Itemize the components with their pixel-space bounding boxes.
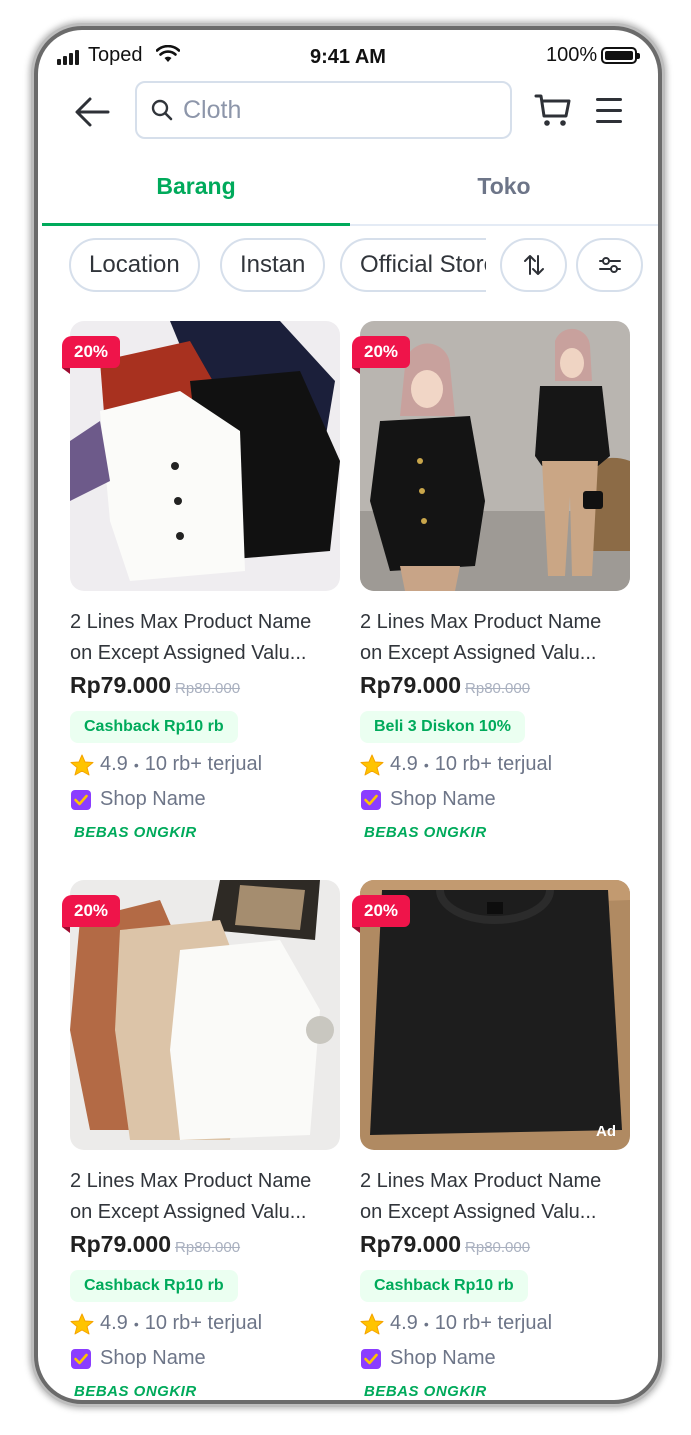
shop-row[interactable]: Shop Name (70, 1347, 206, 1370)
discount-badge: 20% (62, 895, 121, 933)
filter-chip-official-store[interactable]: Official Store (340, 238, 486, 292)
rating-row: 4.9 • 10 rb+ terjual (360, 1312, 552, 1335)
sort-button[interactable] (500, 238, 567, 292)
shop-row[interactable]: Shop Name (360, 788, 496, 811)
back-arrow-icon[interactable] (72, 92, 112, 132)
discount-badge: 20% (352, 895, 411, 933)
official-shop-badge-icon (71, 789, 91, 810)
sort-icon (523, 255, 544, 275)
filter-settings-icon (598, 257, 621, 273)
discount-badge: 20% (62, 336, 121, 374)
product-name: 2 Lines Max Product Name on Except Assign… (360, 611, 602, 664)
product-name: 2 Lines Max Product Name on Except Assign… (70, 611, 312, 664)
star-icon (360, 754, 384, 775)
filter-settings-button[interactable] (576, 238, 643, 292)
product-price: Rp79.000 Rp80.000 (360, 672, 531, 698)
product-price: Rp79.000 Rp80.000 (70, 1231, 241, 1257)
rating-row: 4.9 • 10 rb+ terjual (360, 753, 552, 776)
official-shop-badge-icon (361, 789, 381, 810)
menu-icon[interactable] (596, 98, 622, 131)
tab-bar: Barang Toko (42, 160, 658, 226)
rating-row: 4.9 • 10 rb+ terjual (70, 1312, 262, 1335)
original-price: Rp80.000 (465, 680, 531, 697)
discount-badge: 20% (352, 336, 411, 374)
filter-chip-instan[interactable]: Instan (220, 238, 326, 292)
rating-row: 4.9 • 10 rb+ terjual (70, 753, 262, 776)
filter-bar: Location Instan Official Store (38, 238, 658, 296)
filter-chip-location[interactable]: Location (69, 238, 200, 292)
promo-label: Cashback Rp10 rb (70, 1270, 238, 1302)
tab-barang[interactable]: Barang (42, 160, 350, 226)
search-input[interactable] (181, 94, 485, 126)
official-shop-badge-icon (71, 1348, 91, 1369)
official-shop-badge-icon (361, 1348, 381, 1369)
product-price: Rp79.000 Rp80.000 (360, 1231, 531, 1257)
cart-icon[interactable] (534, 92, 572, 128)
search-icon (151, 99, 173, 121)
promo-label: Beli 3 Diskon 10% (360, 711, 525, 743)
status-bar: Toped 9:41 AM 100% (38, 30, 658, 82)
shop-row[interactable]: Shop Name (70, 788, 206, 811)
tab-toko[interactable]: Toko (350, 160, 658, 224)
original-price: Rp80.000 (465, 1239, 531, 1256)
battery-percent: 100% (546, 44, 598, 66)
free-shipping-label: BEBAS ONGKIR (364, 824, 487, 841)
promo-label: Cashback Rp10 rb (360, 1270, 528, 1302)
shop-row[interactable]: Shop Name (360, 1347, 496, 1370)
star-icon (70, 754, 94, 775)
battery-icon (601, 47, 640, 64)
original-price: Rp80.000 (175, 680, 241, 697)
star-icon (360, 1313, 384, 1334)
product-name: 2 Lines Max Product Name on Except Assign… (360, 1170, 602, 1223)
ad-label: Ad (596, 1123, 616, 1140)
original-price: Rp80.000 (175, 1239, 241, 1256)
free-shipping-label: BEBAS ONGKIR (74, 1383, 197, 1400)
star-icon (70, 1313, 94, 1334)
product-price: Rp79.000 Rp80.000 (70, 672, 241, 698)
phone-screen: Toped 9:41 AM 100% Barang Toko Location … (38, 30, 658, 1400)
search-bar[interactable] (135, 81, 512, 139)
free-shipping-label: BEBAS ONGKIR (364, 1383, 487, 1400)
product-name: 2 Lines Max Product Name on Except Assign… (70, 1170, 312, 1223)
free-shipping-label: BEBAS ONGKIR (74, 824, 197, 841)
promo-label: Cashback Rp10 rb (70, 711, 238, 743)
